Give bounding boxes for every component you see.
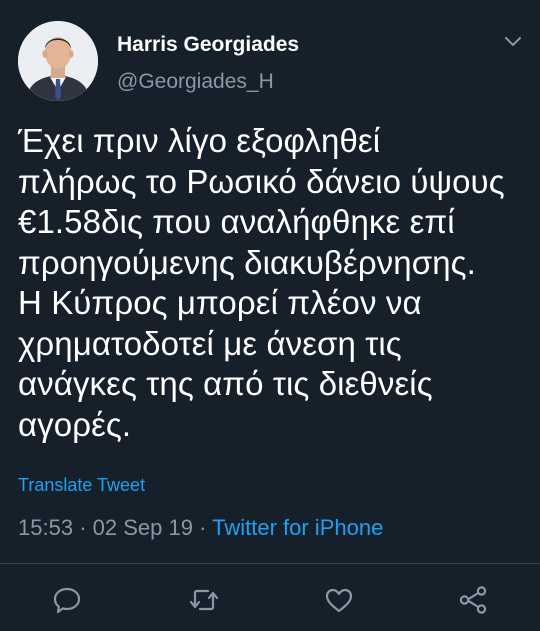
meta-separator: · xyxy=(79,515,87,540)
divider xyxy=(0,563,540,564)
tweet-text: Έχει πριν λίγο εξοφληθεί πλήρως το Ρωσικ… xyxy=(18,122,505,443)
chevron-down-icon[interactable] xyxy=(503,35,523,49)
tweet-meta: 15:53 · 02 Sep 19 · Twitter for iPhone xyxy=(18,515,383,541)
share-icon[interactable] xyxy=(458,586,488,614)
tweet-time: 15:53 xyxy=(18,515,74,540)
translate-tweet-link[interactable]: Translate Tweet xyxy=(18,475,145,496)
avatar[interactable] xyxy=(18,21,98,101)
reply-icon[interactable] xyxy=(52,586,82,614)
tweet-date: 02 Sep 19 xyxy=(92,515,193,540)
retweet-icon[interactable] xyxy=(189,586,219,614)
meta-separator: · xyxy=(199,515,207,540)
tweet-source-link[interactable]: Twitter for iPhone xyxy=(212,515,383,540)
author-handle[interactable]: @Georgiades_H xyxy=(117,70,274,94)
heart-icon[interactable] xyxy=(324,586,354,614)
author-display-name[interactable]: Harris Georgiades xyxy=(117,33,299,57)
